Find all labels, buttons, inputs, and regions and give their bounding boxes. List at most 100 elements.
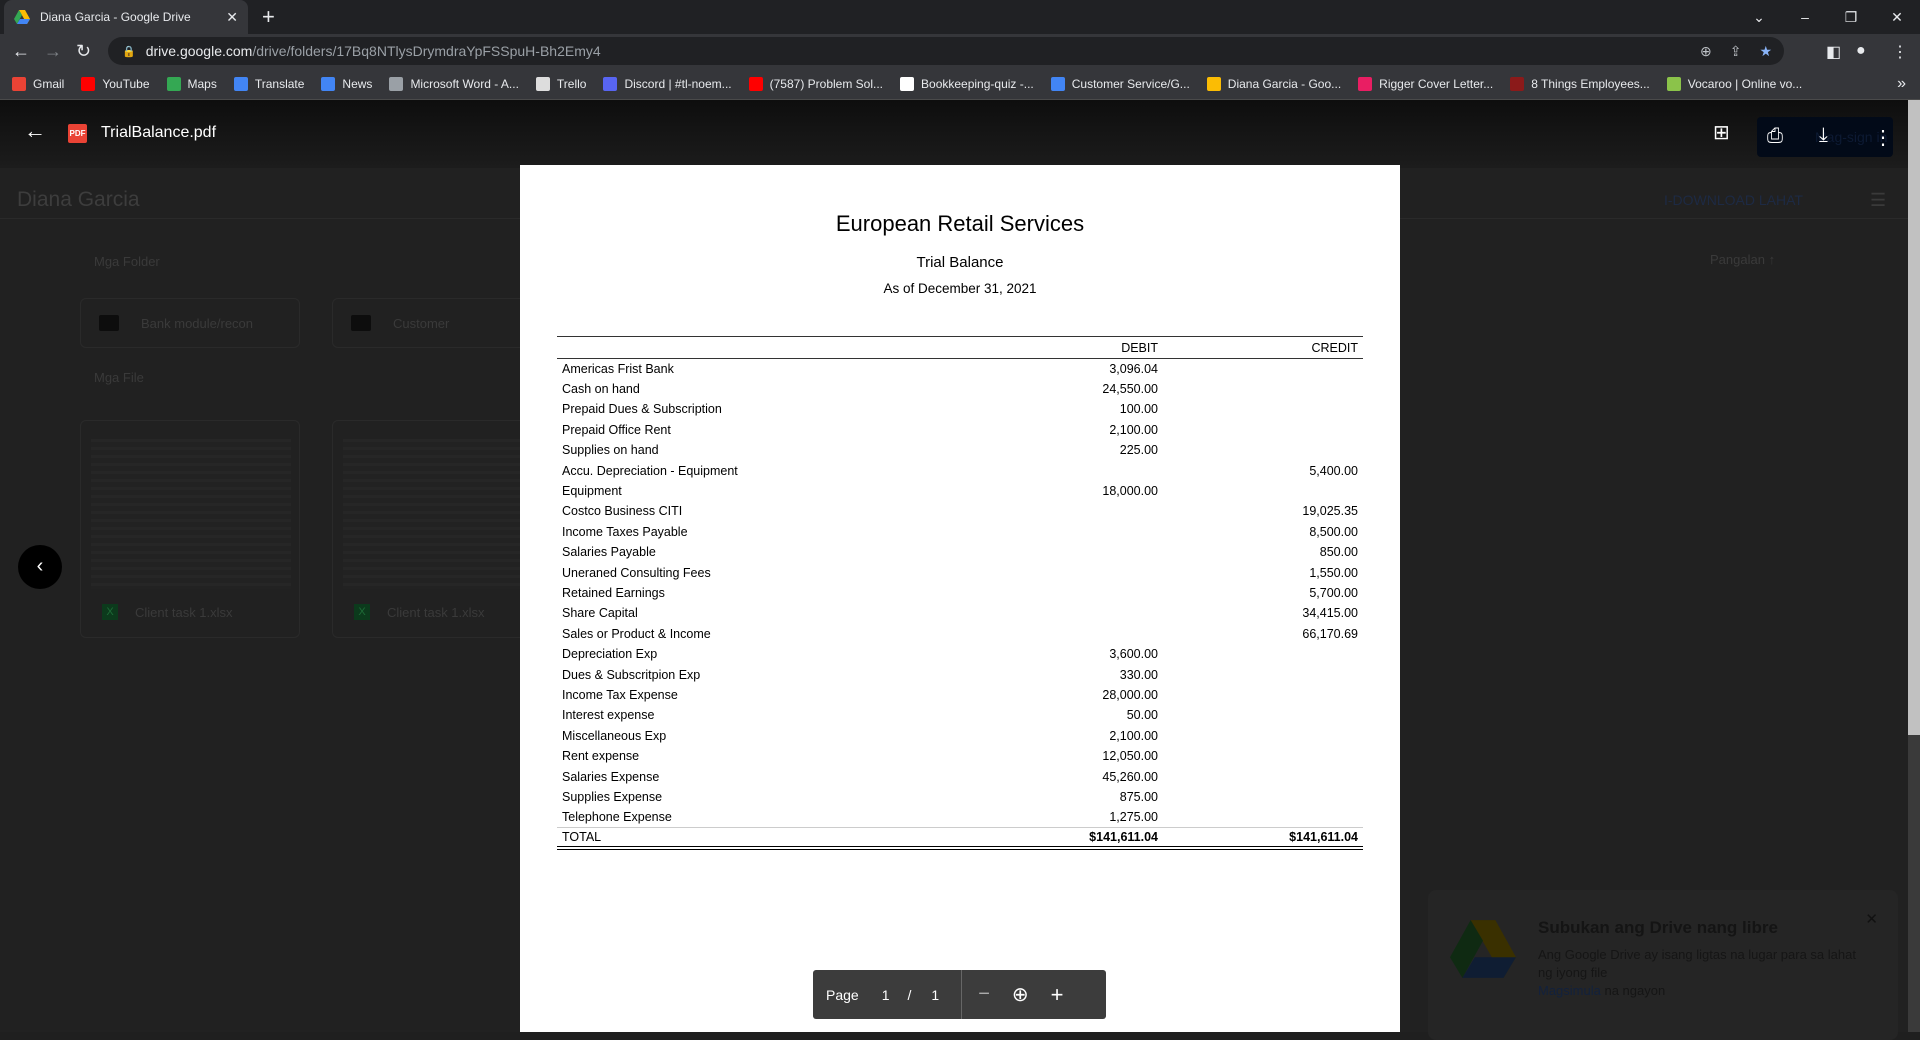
bookmark-label: 8 Things Employees... [1531,76,1650,91]
download-icon[interactable]: ⤓ [1819,124,1828,147]
file-name: TrialBalance.pdf [101,124,217,141]
bookmark-item[interactable]: Customer Service/G... [1050,76,1190,91]
bookmark-item[interactable]: News [321,76,372,91]
bookmark-item[interactable]: Diana Garcia - Goo... [1206,76,1341,91]
google-drive-logo-icon [1450,920,1516,978]
bookmark-favicon-icon [1358,76,1373,91]
file-name: Client task 1.xlsx [387,605,485,620]
debit-cell [963,522,1163,542]
bookmark-favicon-icon [81,76,96,91]
sort-arrow-icon[interactable]: ↑ [1769,252,1776,267]
bookmark-item[interactable]: Bookkeeping-quiz -... [900,76,1034,91]
report-date: As of December 31, 2021 [883,281,1037,296]
file-card[interactable]: X Client task 1.xlsx [332,420,552,638]
new-tab-button[interactable]: + [262,4,275,30]
menu-icon[interactable]: ⋮ [1892,42,1908,62]
file-card[interactable]: X Client task 1.xlsx [80,420,300,638]
table-row: Americas Frist Bank 3,096.04 [557,359,1363,379]
debit-cell: 2,100.00 [1109,422,1158,437]
table-row: Equipment 18,000.00 [557,481,1363,501]
bookmark-item[interactable]: (7587) Problem Sol... [748,76,883,91]
bookmark-favicon-icon [535,76,550,91]
bookmark-label: Rigger Cover Letter... [1379,76,1494,91]
debit-cell: 18,000.00 [1102,484,1158,499]
excel-icon: X [354,604,370,620]
bookmark-favicon-icon [603,76,618,91]
browser-tab[interactable]: Diana Garcia - Google Drive ✕ [4,0,248,34]
bookmark-label: Discord | #tl-noem... [624,76,732,91]
debit-cell [963,562,1163,582]
list-view-icon[interactable]: ☰ [1870,190,1886,211]
sort-label[interactable]: Pangalan [1710,252,1765,267]
table-row: Telephone Expense 1,275.00 [557,807,1363,827]
url-input[interactable]: 🔒 drive.google.com/drive/folders/17Bq8NT… [108,37,1784,65]
table-row: Cash on hand 24,550.00 [557,379,1363,399]
tab-search-icon[interactable]: ⌄ [1736,9,1782,26]
account-name: Equipment [562,484,622,499]
debit-header: DEBIT [963,336,1163,359]
folder-card[interactable]: Bank module/recon [80,298,300,348]
company-name: European Retail Services [835,211,1085,236]
folder-card[interactable]: Customer [332,298,552,348]
folders-heading: Mga Folder [94,254,160,269]
print-icon[interactable]: ⎙ [1767,125,1783,148]
debit-cell: 50.00 [1126,708,1158,723]
close-tab-icon[interactable]: ✕ [226,9,238,26]
promo-link-suffix: na ngayon [1600,983,1666,998]
account-name: Prepaid Office Rent [562,422,671,437]
bookmark-favicon-icon [233,76,248,91]
scrollbar-thumb[interactable] [1908,100,1920,735]
account-name: Retained Earnings [562,585,665,600]
bookmark-item[interactable]: YouTube [81,76,150,91]
zoom-in-button[interactable]: + [1051,982,1064,1008]
share-icon[interactable]: ⇪ [1730,43,1742,60]
bookmark-item[interactable]: Maps [166,76,217,91]
credit-cell [1163,705,1363,725]
credit-cell: 5,700.00 [1309,585,1358,600]
download-all-button[interactable]: I-DOWNLOAD LAHAT [1664,192,1803,208]
back-arrow-icon[interactable]: ← [24,118,46,144]
back-icon[interactable]: ← [12,41,30,62]
debit-cell [963,583,1163,603]
account-name: Salaries Expense [562,769,660,784]
bookmark-item[interactable]: Rigger Cover Letter... [1358,76,1494,91]
report-title: Trial Balance [916,254,1004,271]
bookmark-item[interactable]: Discord | #tl-noem... [603,76,732,91]
zoom-out-button[interactable]: − [978,983,990,1006]
add-comment-icon[interactable]: ⊞ [1713,120,1730,145]
side-panel-icon[interactable]: ◧ [1826,42,1841,62]
promo-link[interactable]: Magsimula [1538,983,1601,998]
bookmark-item[interactable]: Trello [535,76,586,91]
account-name: Supplies Expense [562,789,663,804]
credit-cell [1163,685,1363,705]
restore-button[interactable]: ❐ [1828,9,1874,26]
more-bookmarks-icon[interactable]: » [1897,75,1906,93]
bookmark-item[interactable]: 8 Things Employees... [1510,76,1650,91]
zoom-fit-icon[interactable]: ⊕ [1012,982,1029,1007]
debit-cell: 875.00 [1119,789,1158,804]
file-name: Client task 1.xlsx [135,605,233,620]
account-name: Miscellaneous Exp [562,728,667,743]
scrollbar[interactable] [1908,100,1920,1032]
close-window-button[interactable]: ✕ [1874,9,1920,26]
previous-file-button[interactable]: ‹ [18,545,62,589]
page-separator: / [907,986,912,1003]
close-promo-icon[interactable]: ✕ [1865,910,1878,928]
reload-icon[interactable]: ↻ [76,41,91,62]
profile-icon[interactable]: ● [1856,42,1866,60]
table-row: Salaries Payable 850.00 [557,542,1363,562]
bookmark-star-icon[interactable]: ★ [1759,43,1772,60]
zoom-icon[interactable]: ⊕ [1700,43,1712,60]
bookmark-item[interactable]: Translate [233,76,304,91]
table-row: Miscellaneous Exp 2,100.00 [557,726,1363,746]
excel-icon: X [102,604,118,620]
current-page-input[interactable]: 1 [882,987,890,1003]
folder-name: Bank module/recon [141,316,254,331]
forward-icon[interactable]: → [44,41,62,62]
debit-cell [963,501,1163,521]
minimize-button[interactable]: – [1782,9,1828,25]
bookmark-item[interactable]: Microsoft Word - A... [389,76,519,91]
more-options-icon[interactable]: ⋮ [1873,125,1893,150]
bookmark-item[interactable]: Vocaroo | Online vo... [1666,76,1802,91]
bookmark-item[interactable]: Gmail [12,76,64,91]
